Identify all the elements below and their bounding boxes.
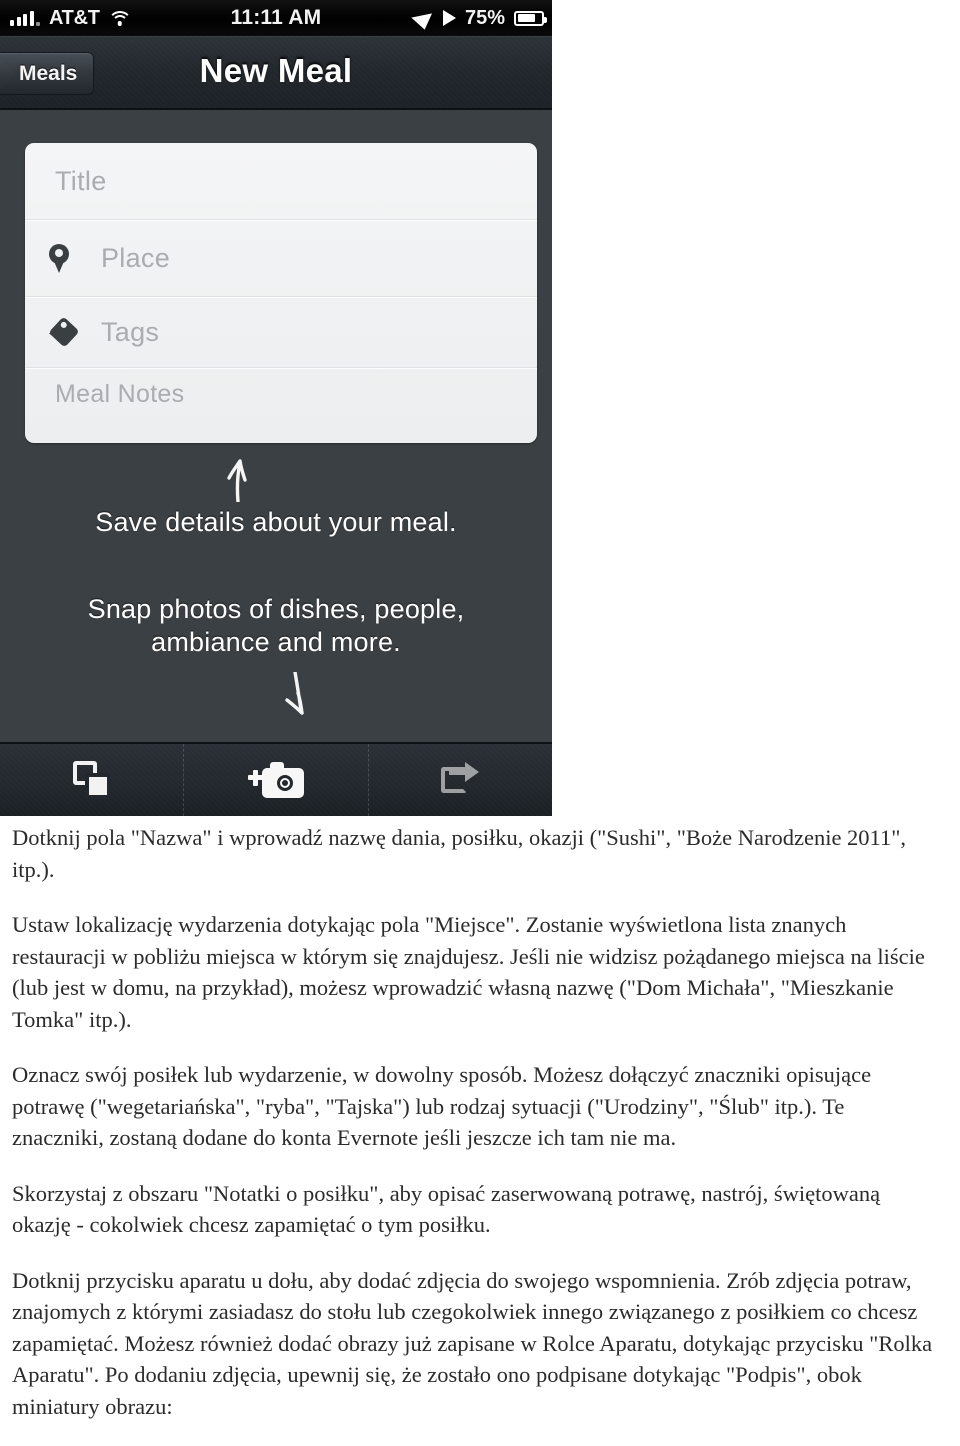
meal-notes-field[interactable]: Meal Notes — [25, 368, 537, 443]
arrow-down-icon — [285, 672, 304, 715]
tags-placeholder: Tags — [101, 316, 160, 347]
photos-icon — [72, 761, 111, 799]
photos-button[interactable] — [0, 744, 183, 816]
hint-line-snap-photos-a: Snap photos of dishes, people, — [87, 594, 465, 624]
paragraph-tags-field: Oznacz swój posiłek lub wydarzenie, w do… — [12, 1062, 872, 1150]
paragraph-camera-button: Dotknij przycisku aparatu u dołu, aby do… — [12, 1267, 933, 1419]
place-placeholder: Place — [101, 242, 171, 273]
title-field-row[interactable]: Title — [25, 143, 537, 220]
page-title: New Meal — [199, 52, 353, 89]
battery-percent-label: 75% — [464, 6, 505, 29]
share-button[interactable] — [367, 744, 552, 816]
battery-icon — [514, 10, 547, 26]
phone-screenshot: AT&T 11:11 AM 75% Meals New Meal Title P… — [0, 0, 552, 816]
share-icon — [441, 762, 480, 797]
navigation-bar: Meals New Meal — [0, 36, 552, 110]
paragraph-title-field: Dotknij pola "Nazwa" i wprowadź nazwę da… — [12, 825, 907, 882]
tags-field-row[interactable]: Tags — [25, 297, 537, 368]
status-bar: AT&T 11:11 AM 75% — [0, 0, 552, 36]
title-placeholder: Title — [55, 165, 107, 196]
hint-line-save-details: Save details about your meal. — [95, 507, 457, 537]
hint-text-block: Save details about your meal. Snap photo… — [0, 452, 552, 659]
instructions-article: Dotknij pola "Nazwa" i wprowadź nazwę da… — [0, 822, 948, 1446]
camera-button[interactable] — [183, 744, 367, 816]
place-field-row[interactable]: Place — [25, 220, 537, 297]
paragraph-notes-field: Skorzystaj z obszaru "Notatki o posiłku"… — [12, 1180, 881, 1238]
paragraph-place-field: Ustaw lokalizację wydarzenia dotykając p… — [12, 912, 925, 1032]
new-meal-form-card: Title Place Tags Meal Notes — [25, 143, 537, 443]
meal-notes-placeholder: Meal Notes — [55, 380, 185, 408]
bottom-toolbar — [0, 742, 552, 816]
location-arrow-icon — [411, 6, 439, 30]
camera-add-icon — [247, 762, 304, 798]
hint-line-snap-photos-b: ambiance and more. — [151, 627, 401, 657]
tag-icon — [48, 316, 89, 348]
status-bar-right: 75% — [411, 6, 547, 30]
play-icon — [442, 10, 456, 26]
back-button-label: Meals — [19, 61, 78, 85]
map-pin-icon — [49, 243, 89, 273]
